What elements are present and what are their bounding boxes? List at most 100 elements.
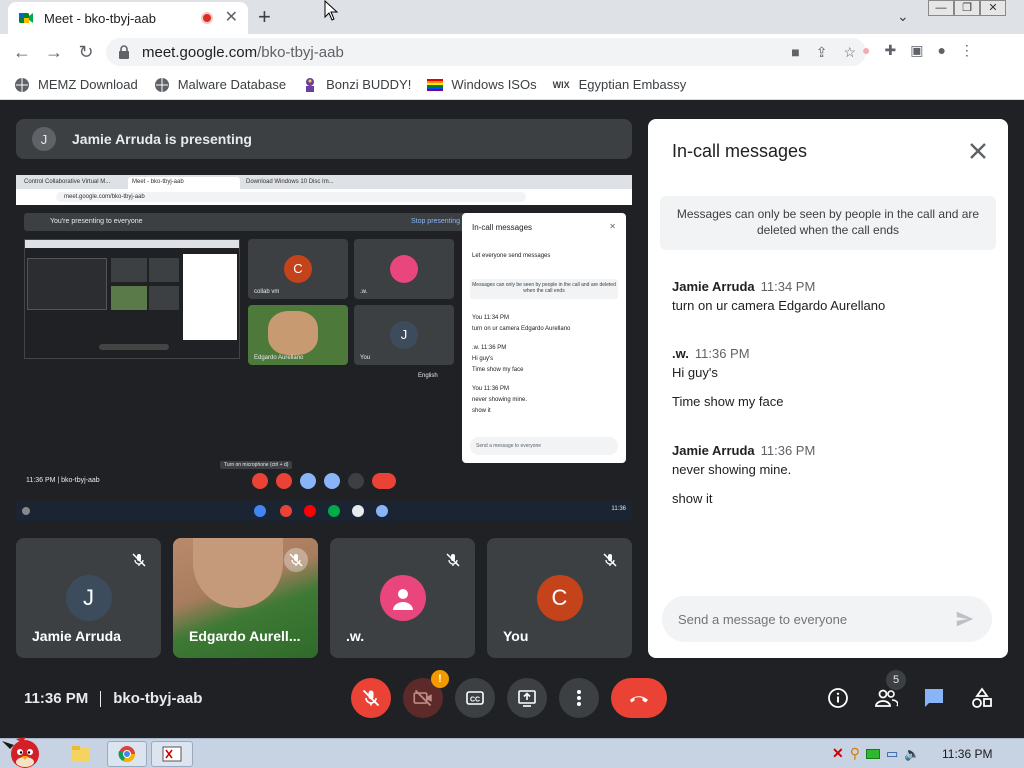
bookmark-label: Bonzi BUDDY! <box>326 77 412 92</box>
send-icon[interactable] <box>954 608 976 630</box>
shared-language-label: English <box>418 373 438 379</box>
message-text: turn on ur camera Edgardo Aurellano <box>672 298 886 313</box>
bookmark-bonzi-buddy[interactable]: Bonzi BUDDY! <box>302 77 411 93</box>
browser-tab-meet[interactable]: Meet - bko-tbyj-aab ✕ <box>8 2 248 34</box>
bookmark-memz-download[interactable]: MEMZ Download <box>14 77 138 93</box>
globe-icon <box>15 77 29 92</box>
participant-tile-jamie[interactable]: J Jamie Arruda <box>16 538 161 658</box>
tab-close-icon[interactable]: ✕ <box>225 10 238 26</box>
shared-tile-name: Edgardo Aurellano <box>254 355 304 361</box>
taskbar-app-button[interactable] <box>151 741 193 767</box>
chat-bubble-icon[interactable] <box>920 684 948 712</box>
taskbar-chrome-button[interactable] <box>107 741 147 767</box>
more-vert-icon <box>577 690 581 706</box>
extensions-puzzle-icon[interactable]: ✚ <box>884 42 896 59</box>
muted-mic-icon <box>441 548 465 572</box>
profile-avatar-icon[interactable]: ● <box>937 42 945 59</box>
menu-kebab-icon[interactable]: ⋮ <box>960 42 974 59</box>
shared-end-call-icon <box>372 473 396 489</box>
meet-stage: J Jamie Arruda is presenting Control Col… <box>0 101 1024 738</box>
present-now-button[interactable] <box>507 678 547 718</box>
bookmark-label: Windows ISOs <box>451 77 537 92</box>
share-icon[interactable]: ⇪ <box>816 44 828 61</box>
toggle-microphone-button[interactable] <box>351 678 391 718</box>
shared-nested-screen <box>24 239 240 359</box>
shared-mic-off-icon <box>252 473 268 489</box>
camera-off-icon <box>413 689 432 707</box>
chat-message-group: Jamie Arruda 11:34 PM turn on ur camera E… <box>672 279 885 327</box>
back-arrow-icon[interactable]: ← <box>6 42 38 63</box>
presenter-avatar: J <box>32 127 56 151</box>
shared-youtube-icon <box>304 505 316 517</box>
browser-tab-strip: Meet - bko-tbyj-aab ✕ + ⌄ — ❐ ✕ <box>0 0 1024 34</box>
message-time: 11:36 PM <box>694 346 750 361</box>
bookmark-egyptian-embassy[interactable]: WIX Egyptian Embassy <box>553 77 687 93</box>
side-panel-icon[interactable]: ▣ <box>910 42 923 59</box>
toggle-camera-button[interactable]: ! <box>403 670 449 718</box>
present-screen-icon <box>518 690 536 707</box>
message-sender: Jamie Arruda <box>672 279 755 294</box>
tray-volume-icon[interactable]: 🔈 <box>904 746 920 762</box>
tray-search-icon[interactable]: ⚲ <box>850 745 860 762</box>
tray-battery-icon[interactable] <box>866 748 880 759</box>
maximize-button[interactable]: ❐ <box>954 0 980 16</box>
participant-name: You <box>503 628 529 644</box>
people-count-badge: 5 <box>886 670 906 690</box>
camera-in-use-icon[interactable]: ■ <box>791 44 799 61</box>
muted-mic-icon <box>598 548 622 572</box>
message-sender: Jamie Arruda <box>672 443 755 458</box>
message-text: Hi guy's <box>672 365 718 380</box>
bookmark-label: Malware Database <box>177 77 287 92</box>
taskbar-folder-icon[interactable] <box>66 741 96 767</box>
chrome-icon <box>118 746 136 763</box>
participant-tile-edgardo[interactable]: Edgardo Aurell... <box>173 538 318 658</box>
new-tab-button[interactable]: + <box>258 5 271 29</box>
window-controls: — ❐ ✕ <box>928 0 1006 18</box>
extension-flag-icon[interactable]: ● <box>862 42 870 59</box>
activities-shapes-icon[interactable] <box>968 684 996 712</box>
shared-chat-input: Send a message to everyone <box>470 437 618 455</box>
participant-tile-w[interactable]: .w. <box>330 538 475 658</box>
end-call-button[interactable] <box>611 678 667 718</box>
shared-tile-you: J You <box>354 305 454 365</box>
more-options-button[interactable] <box>559 678 599 718</box>
bookmark-label: Egyptian Embassy <box>578 77 687 92</box>
close-window-button[interactable]: ✕ <box>980 0 1006 16</box>
tray-network-error-icon[interactable]: ✕ <box>832 745 844 762</box>
reload-icon[interactable]: ↻ <box>70 42 102 63</box>
minimize-button[interactable]: — <box>928 0 954 16</box>
shared-tab: Download Windows 10 Disc Im... <box>242 177 352 189</box>
bookmark-malware-database[interactable]: Malware Database <box>154 77 286 93</box>
chat-message-input[interactable] <box>678 611 954 627</box>
participant-tile-you[interactable]: C You <box>487 538 632 658</box>
message-text: Time show my face <box>672 394 784 409</box>
url-path: /bko-tbyj-aab <box>257 43 344 61</box>
meeting-details-info-icon[interactable] <box>824 684 852 712</box>
address-bar[interactable]: meet.google.com/bko-tbyj-aab ■ ⇪ ☆ <box>106 38 866 66</box>
shared-tile-avatar <box>390 255 418 283</box>
shared-chat-line: Time show my face <box>472 367 524 373</box>
captions-button[interactable]: CC <box>455 678 495 718</box>
shared-chat-title: In-call messages <box>472 223 533 232</box>
shared-tile-name: .w. <box>360 289 368 295</box>
shared-tile-w: .w. <box>354 239 454 299</box>
bonzi-icon <box>306 77 315 92</box>
forward-arrow-icon[interactable]: → <box>38 42 70 63</box>
close-icon[interactable] <box>966 139 990 163</box>
person-icon <box>392 589 413 610</box>
shared-stop-presenting: Stop presenting <box>410 218 460 225</box>
tab-title: Meet - bko-tbyj-aab <box>44 10 156 26</box>
angry-bird-start-icon[interactable] <box>0 735 50 768</box>
chat-notice: Messages can only be seen by people in t… <box>660 196 996 250</box>
bookmark-windows-isos[interactable]: Windows ISOs <box>427 77 537 93</box>
windows-taskbar: ✕ ⚲ ▭ 🔈 11:36 PM <box>0 735 1024 768</box>
lock-icon <box>119 45 129 59</box>
bookmark-star-icon[interactable]: ☆ <box>843 44 856 61</box>
shared-chat-close-icon: ✕ <box>609 222 616 231</box>
tray-display-icon[interactable]: ▭ <box>886 746 898 762</box>
tab-search-chevron-icon[interactable]: ⌄ <box>897 8 909 25</box>
meeting-time: 11:36 PM <box>24 690 89 707</box>
participant-avatar: C <box>536 575 583 621</box>
system-tray: ✕ ⚲ ▭ 🔈 <box>832 745 920 762</box>
taskbar-clock[interactable]: 11:36 PM <box>942 747 992 761</box>
